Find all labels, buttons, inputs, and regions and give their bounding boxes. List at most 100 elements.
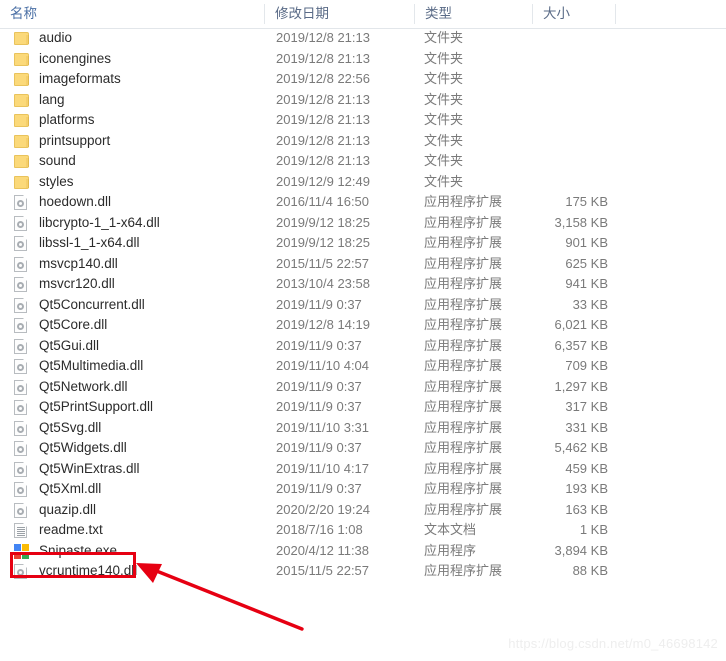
table-row[interactable]: Snipaste.exe 2020/4/12 11:38 应用程序 3,894 KB <box>0 541 726 562</box>
cell-size <box>500 151 608 172</box>
file-name-label: msvcr120.dll <box>39 276 115 291</box>
dll-file-icon <box>14 564 27 579</box>
folder-icon <box>14 114 29 127</box>
table-row[interactable]: quazip.dll 2020/2/20 19:24 应用程序扩展 163 KB <box>0 500 726 521</box>
cell-size: 88 KB <box>572 563 608 578</box>
cell-modified-date: 2019/11/9 0:37 <box>276 399 362 414</box>
file-name-label: hoedown.dll <box>39 194 112 209</box>
dll-file-icon <box>14 195 27 210</box>
column-header-name[interactable]: 名称 <box>0 0 264 27</box>
file-name-label: readme.txt <box>39 522 103 537</box>
column-header-bar: 名称 修改日期 类型 大小 <box>0 0 726 29</box>
dll-file-icon <box>14 502 27 518</box>
cell-size: 331 KB <box>565 419 608 435</box>
table-row[interactable]: msvcr120.dll 2013/10/4 23:58 应用程序扩展 941 KB <box>0 274 726 295</box>
cell-type: 应用程序扩展 <box>424 317 503 332</box>
cell-modified-date: 2019/12/8 21:13 <box>276 50 370 66</box>
dll-file-icon <box>14 338 27 354</box>
cell-type: 文件夹 <box>424 91 464 107</box>
file-list[interactable]: audio 2019/12/8 21:13 文件夹 iconengines 2019/1… <box>0 28 726 582</box>
cell-type: 应用程序扩展 <box>424 563 503 578</box>
dll-file-icon <box>14 441 27 456</box>
table-row[interactable]: Qt5Widgets.dll 2019/11/9 0:37 应用程序扩展 5,462 … <box>0 438 726 459</box>
cell-type: 文件夹 <box>424 50 464 66</box>
cell-size: 175 KB <box>565 194 608 209</box>
table-row[interactable]: Qt5Svg.dll 2019/11/10 3:31 应用程序扩展 331 KB <box>0 418 726 439</box>
cell-type: 应用程序扩展 <box>424 358 503 373</box>
cell-type: 应用程序扩展 <box>424 337 503 353</box>
table-row[interactable]: msvcp140.dll 2015/11/5 22:57 应用程序扩展 625 KB <box>0 254 726 275</box>
cell-size <box>500 28 608 49</box>
folder-icon <box>14 32 29 45</box>
table-row[interactable]: iconengines 2019/12/8 21:13 文件夹 <box>0 49 726 70</box>
file-name-label: Qt5Gui.dll <box>39 337 100 353</box>
table-row[interactable]: Qt5Multimedia.dll 2019/11/10 4:04 应用程序扩展 70… <box>0 356 726 377</box>
column-header-size[interactable]: 大小 <box>533 0 615 27</box>
file-name-label: quazip.dll <box>39 501 97 517</box>
file-name-label: Qt5Svg.dll <box>39 419 102 435</box>
cell-size <box>500 131 608 152</box>
table-row[interactable]: hoedown.dll 2016/11/4 16:50 应用程序扩展 175 KB <box>0 192 726 213</box>
file-name-label: Qt5PrintSupport.dll <box>39 399 154 414</box>
cell-modified-date: 2019/11/9 0:37 <box>276 481 362 496</box>
table-row[interactable]: Qt5PrintSupport.dll 2019/11/9 0:37 应用程序扩展 3… <box>0 397 726 418</box>
cell-modified-date: 2019/12/8 21:13 <box>276 91 370 107</box>
table-row[interactable]: Qt5Network.dll 2019/11/9 0:37 应用程序扩展 1,297 … <box>0 377 726 398</box>
cell-modified-date: 2019/12/8 21:13 <box>276 30 370 45</box>
table-row[interactable]: libssl-1_1-x64.dll 2019/9/12 18:25 应用程序扩展 9… <box>0 233 726 254</box>
table-row[interactable]: Qt5WinExtras.dll 2019/11/10 4:17 应用程序扩展 459… <box>0 459 726 480</box>
dll-file-icon <box>14 215 27 231</box>
table-row[interactable]: vcruntime140.dll 2015/11/5 22:57 应用程序扩展 88 … <box>0 561 726 582</box>
dll-file-icon <box>14 318 27 333</box>
cell-size: 317 KB <box>565 399 608 414</box>
cell-size <box>500 69 608 90</box>
file-name-label: iconengines <box>39 50 112 66</box>
cell-modified-date: 2019/12/8 14:19 <box>276 317 370 332</box>
table-row[interactable]: audio 2019/12/8 21:13 文件夹 <box>0 28 726 49</box>
column-header-type[interactable]: 类型 <box>415 0 532 27</box>
dll-file-icon <box>14 482 27 497</box>
table-row[interactable]: libcrypto-1_1-x64.dll 2019/9/12 18:25 应用程序… <box>0 213 726 234</box>
cell-size: 163 KB <box>565 501 608 517</box>
cell-size: 1,297 KB <box>554 378 609 394</box>
table-row[interactable]: Qt5Xml.dll 2019/11/9 0:37 应用程序扩展 193 KB <box>0 479 726 500</box>
cell-size: 193 KB <box>565 481 608 496</box>
table-row[interactable]: Qt5Concurrent.dll 2019/11/9 0:37 应用程序扩展 33 … <box>0 295 726 316</box>
file-name-label: imageformats <box>39 71 121 86</box>
cell-modified-date: 2016/11/4 16:50 <box>276 194 370 209</box>
cell-size: 5,462 KB <box>554 440 609 455</box>
cell-type: 应用程序扩展 <box>424 194 503 209</box>
table-row[interactable]: platforms 2019/12/8 21:13 文件夹 <box>0 110 726 131</box>
table-row[interactable]: Qt5Core.dll 2019/12/8 14:19 应用程序扩展 6,021 KB <box>0 315 726 336</box>
cell-modified-date: 2019/11/9 0:37 <box>276 378 362 394</box>
file-name-label: Qt5Core.dll <box>39 317 108 332</box>
file-name-label: sound <box>39 153 76 168</box>
table-row[interactable]: styles 2019/12/9 12:49 文件夹 <box>0 172 726 193</box>
dll-file-icon <box>14 297 27 313</box>
cell-type: 应用程序扩展 <box>424 440 503 455</box>
cell-size: 625 KB <box>565 255 608 271</box>
cell-type: 应用程序扩展 <box>424 460 503 476</box>
folder-icon <box>14 52 29 66</box>
dll-file-icon <box>14 379 27 395</box>
column-header-date[interactable]: 修改日期 <box>265 0 414 27</box>
cell-size: 1 KB <box>579 522 608 537</box>
cell-modified-date: 2019/12/8 21:13 <box>276 112 370 127</box>
cell-type: 应用程序扩展 <box>424 419 503 435</box>
cell-modified-date: 2013/10/4 23:58 <box>276 276 370 291</box>
cell-type: 文本文档 <box>424 522 477 537</box>
cell-modified-date: 2019/11/10 3:31 <box>276 419 370 435</box>
table-row[interactable]: sound 2019/12/8 21:13 文件夹 <box>0 151 726 172</box>
folder-icon <box>14 93 29 107</box>
column-divider-4[interactable] <box>615 4 616 24</box>
cell-modified-date: 2019/11/10 4:04 <box>276 358 370 373</box>
cell-modified-date: 2019/12/9 12:49 <box>276 173 370 189</box>
table-row[interactable]: lang 2019/12/8 21:13 文件夹 <box>0 90 726 111</box>
table-row[interactable]: printsupport 2019/12/8 21:13 文件夹 <box>0 131 726 152</box>
table-row[interactable]: Qt5Gui.dll 2019/11/9 0:37 应用程序扩展 6,357 KB <box>0 336 726 357</box>
dll-file-icon <box>14 277 27 292</box>
cell-modified-date: 2019/9/12 18:25 <box>276 214 370 230</box>
table-row[interactable]: readme.txt 2018/7/16 1:08 文本文档 1 KB <box>0 520 726 541</box>
table-row[interactable]: imageformats 2019/12/8 22:56 文件夹 <box>0 69 726 90</box>
cell-type: 应用程序扩展 <box>424 235 503 250</box>
